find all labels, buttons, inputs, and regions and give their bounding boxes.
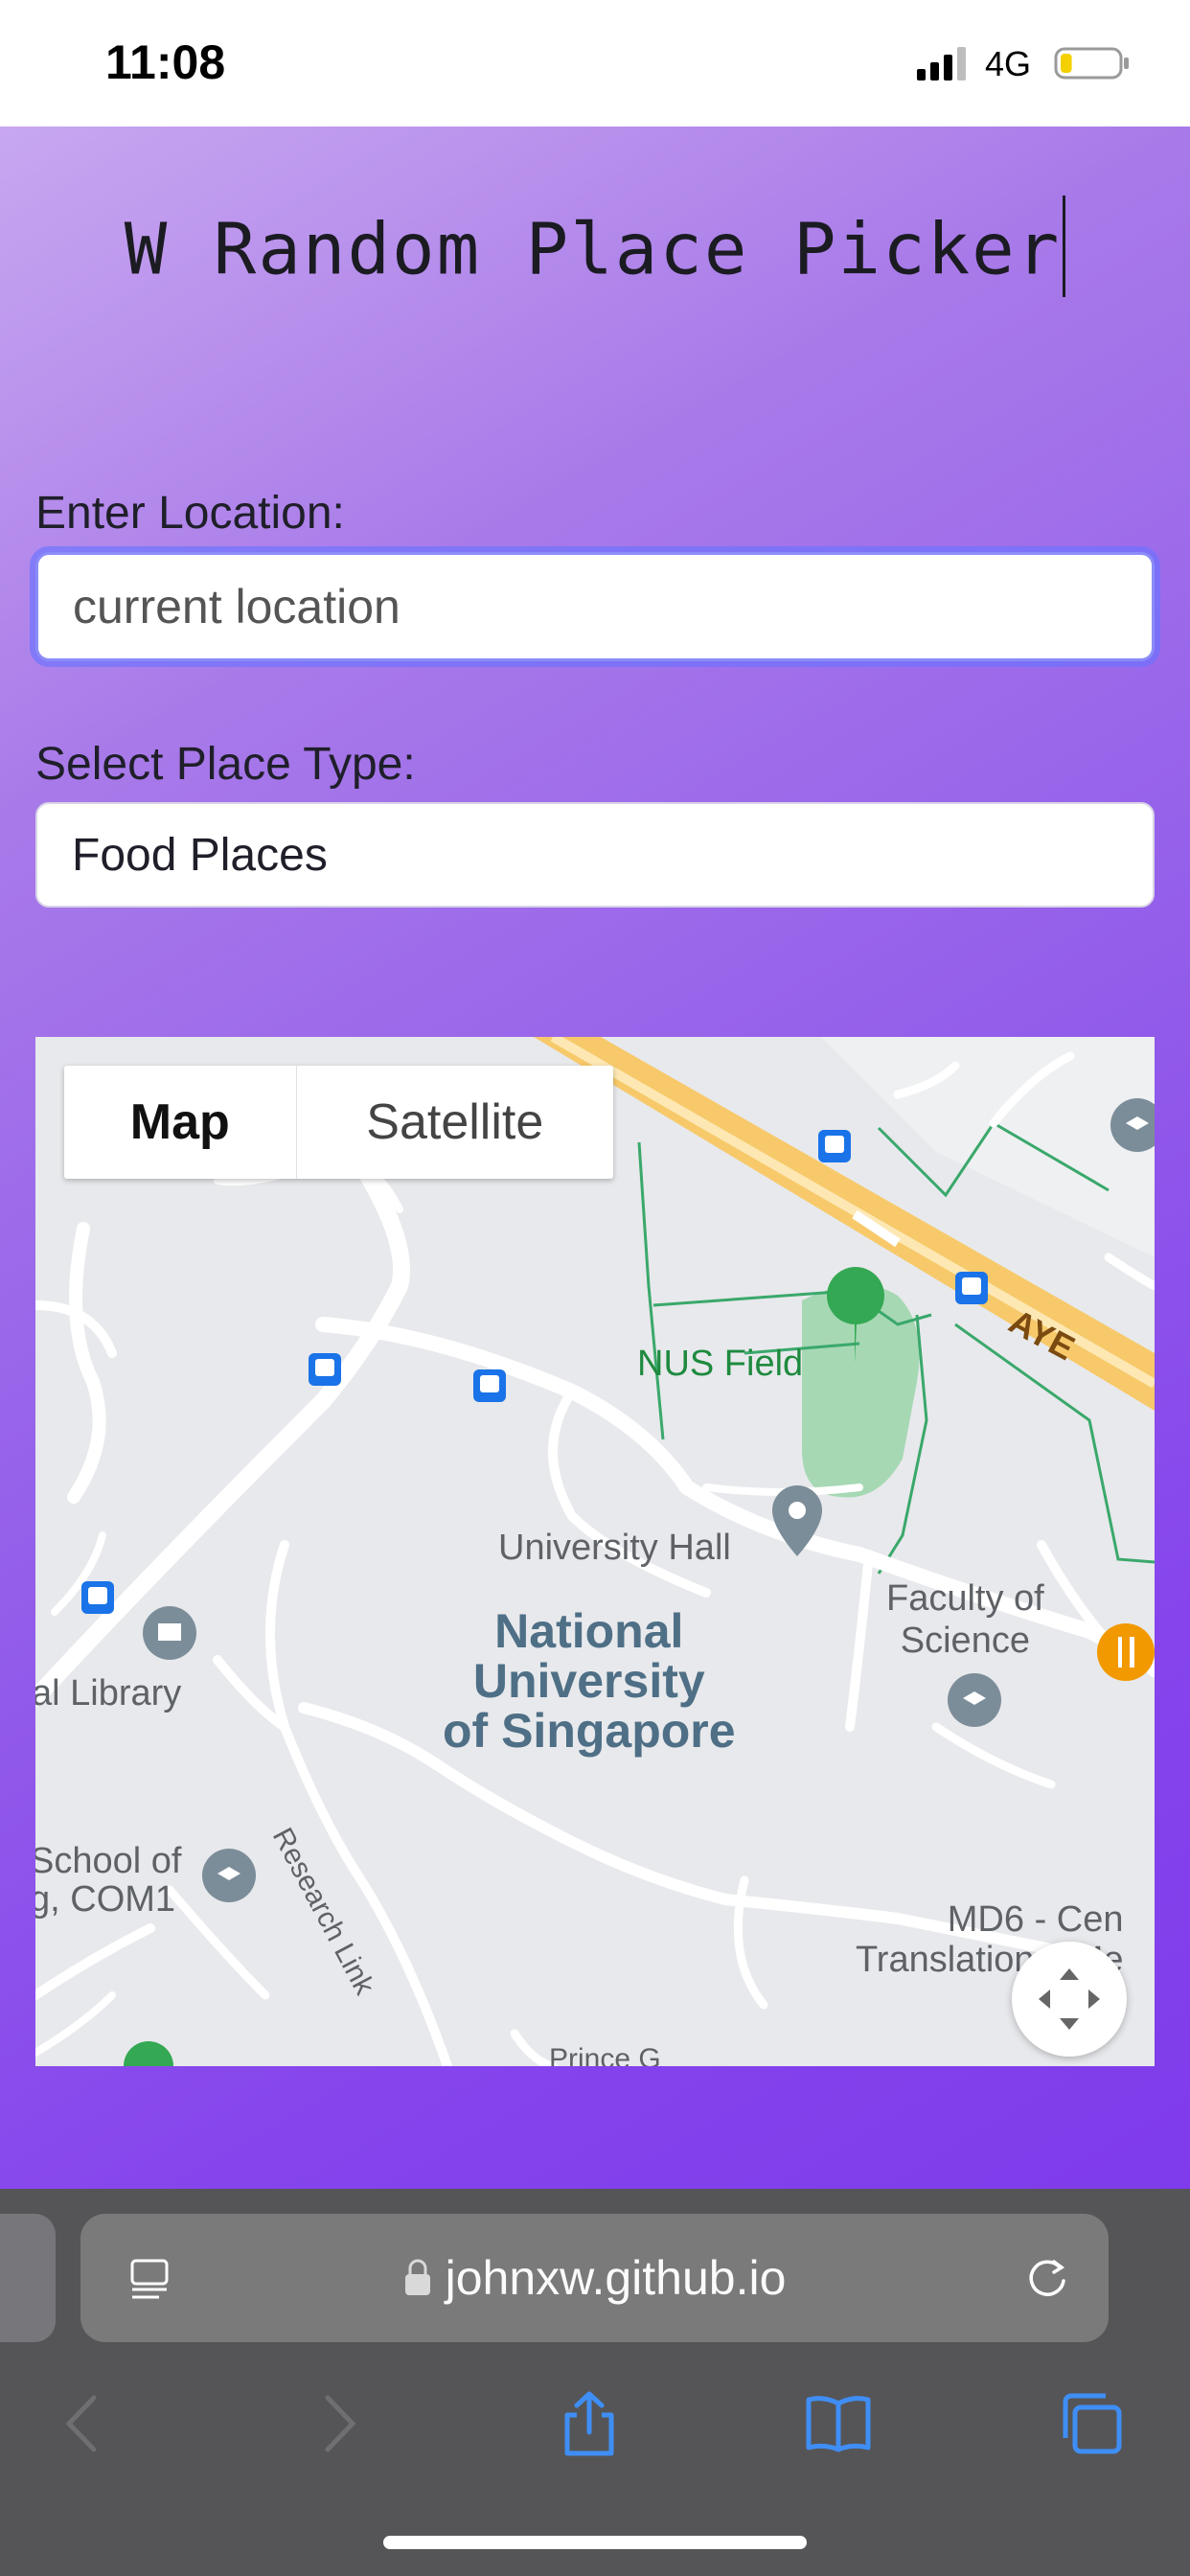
school-icon: [202, 1098, 1155, 1902]
signal-strength-icon: [917, 47, 966, 80]
place-type-select[interactable]: Food Places: [35, 802, 1155, 908]
library-icon: [143, 1606, 196, 1660]
map-label-faculty-science: Faculty of Science: [886, 1578, 1044, 1661]
map-type-toggle: Map Satellite: [64, 1066, 613, 1179]
previous-tab-peek[interactable]: [0, 2214, 56, 2342]
map-label-prince: Prince G: [549, 2043, 661, 2066]
browser-toolbar: johnxw.github.io: [0, 2189, 1190, 2576]
tabs-icon[interactable]: [1058, 2390, 1125, 2457]
map-label-nus-field: NUS Field: [637, 1344, 804, 1384]
fullscreen-icon: [1039, 1968, 1100, 2030]
map-label-national-university: National University of Singapore: [443, 1604, 736, 1758]
url-text: johnxw.github.io: [445, 2251, 787, 2305]
restaurant-icon: [1097, 1623, 1155, 1681]
map-label-school-computing: School of g, COM1: [35, 1841, 182, 1920]
address-bar[interactable]: johnxw.github.io: [80, 2214, 1109, 2342]
home-indicator: [383, 2536, 807, 2549]
place-type-value: Food Places: [72, 829, 328, 881]
location-label: Enter Location:: [35, 488, 345, 539]
map-label-library: al Library: [35, 1673, 182, 1714]
text-caret: [1063, 196, 1066, 297]
share-icon[interactable]: [556, 2390, 623, 2457]
forward-icon[interactable]: [305, 2390, 372, 2457]
status-time: 11:08: [105, 35, 226, 89]
map-type-map-button[interactable]: Map: [64, 1066, 297, 1179]
place-type-label: Select Place Type:: [35, 739, 416, 790]
page-menu-icon[interactable]: [126, 2255, 174, 2303]
map-type-satellite-button[interactable]: Satellite: [297, 1066, 613, 1179]
status-bar: 11:08 4G: [0, 0, 1190, 126]
reload-icon[interactable]: [1021, 2252, 1073, 2304]
map-view[interactable]: NUS Field AYE University Hall Faculty of…: [35, 1037, 1155, 2066]
location-input[interactable]: [35, 552, 1155, 661]
map-label-university-hall: University Hall: [498, 1528, 731, 1568]
back-icon[interactable]: [50, 2390, 117, 2457]
lock-icon: [404, 2259, 430, 2295]
page-title: W Random Place Picker: [0, 196, 1190, 305]
bookmarks-icon[interactable]: [805, 2390, 872, 2457]
battery-icon: [1054, 47, 1129, 80]
map-fullscreen-button[interactable]: [1012, 1942, 1127, 2057]
network-type: 4G: [985, 44, 1032, 83]
